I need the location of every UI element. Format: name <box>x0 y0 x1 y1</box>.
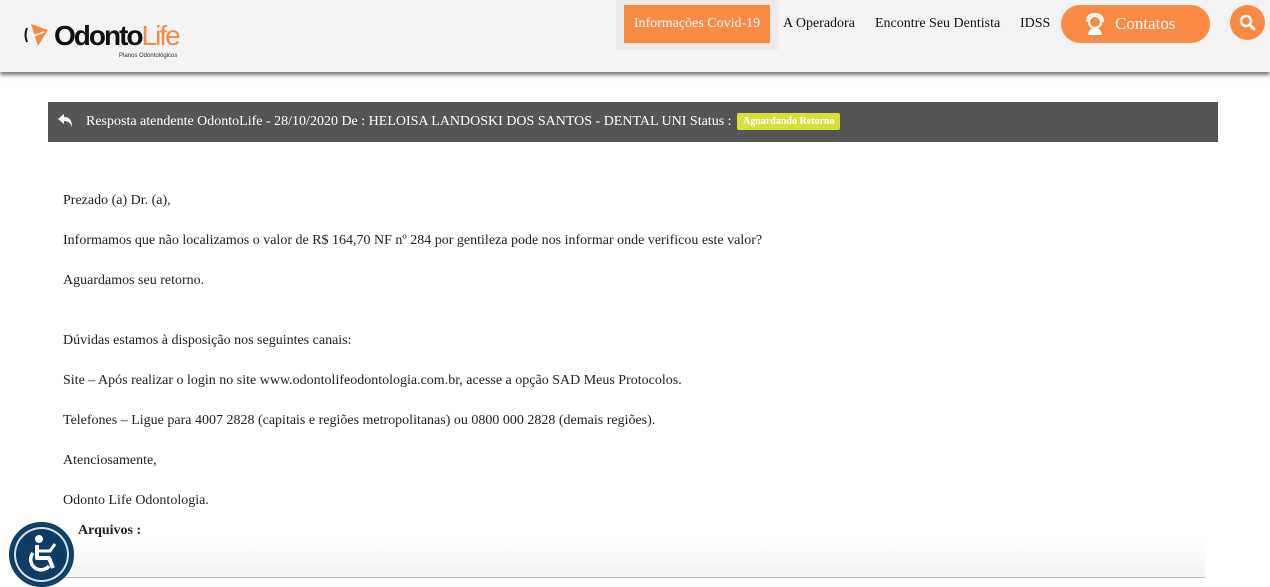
search-icon <box>1239 14 1256 31</box>
ticket-title: Resposta atendente OdontoLife - 28/10/20… <box>86 114 732 129</box>
logo-tagline: Planos Odontológicos <box>119 53 178 59</box>
headset-agent-icon <box>1086 12 1104 35</box>
message-line: Dúvidas estamos à disposição nos seguint… <box>63 333 352 348</box>
logo-mark-icon <box>24 24 48 46</box>
wheelchair-icon <box>28 535 57 572</box>
covid-nav-wrap: Informações Covid-19 <box>616 0 778 50</box>
nav-operadora[interactable]: A Operadora <box>783 16 855 32</box>
nav-idss[interactable]: IDSS <box>1020 16 1050 32</box>
message-line: Aguardamos seu retorno. <box>63 273 205 288</box>
message-line: Telefones – Ligue para 4007 2828 (capita… <box>63 413 656 428</box>
reply-icon[interactable] <box>58 114 74 128</box>
ticket-header: Resposta atendente OdontoLife - 28/10/20… <box>48 102 1218 142</box>
accessibility-button[interactable] <box>9 522 74 587</box>
search-button[interactable] <box>1230 5 1265 40</box>
message-line: Informamos que não localizamos o valor d… <box>63 233 763 248</box>
message-line: Atenciosamente, <box>63 453 157 468</box>
message-line: Odonto Life Odontologia. <box>63 493 209 508</box>
message-line: Site – Após realizar o login no site www… <box>63 373 682 388</box>
contatos-label: Contatos <box>1115 14 1176 33</box>
contatos-button[interactable]: Contatos <box>1061 5 1210 43</box>
files-label: Arquivos : <box>78 523 142 538</box>
logo-wordmark: OdontoLife <box>54 20 181 51</box>
nav-dentista[interactable]: Encontre Seu Dentista <box>875 16 1000 32</box>
status-badge: Aguardando Retorno <box>737 113 841 131</box>
message-line: Prezado (a) Dr. (a), <box>63 193 171 208</box>
nav-covid[interactable]: Informações Covid-19 <box>624 5 770 43</box>
header: OdontoLife Planos Odontológicos Informaç… <box>0 0 1270 72</box>
files-area <box>60 540 1205 578</box>
